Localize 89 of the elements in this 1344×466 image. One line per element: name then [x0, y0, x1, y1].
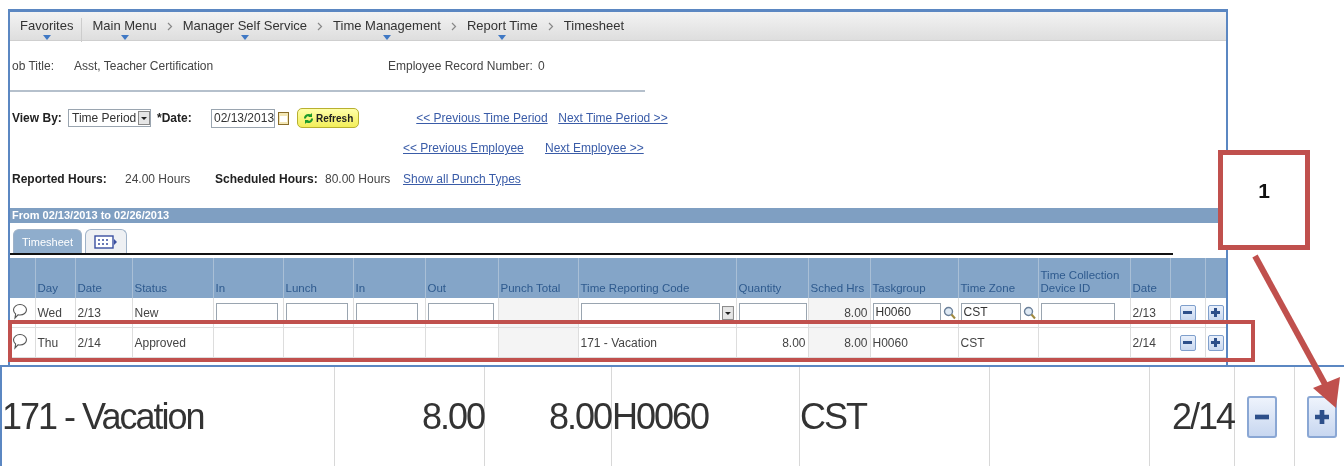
add-row-button[interactable]: [1307, 395, 1337, 438]
field-value: 80.00 Hours: [325, 172, 392, 186]
minus-icon: [1183, 311, 1192, 314]
field-label: View By:: [12, 111, 63, 125]
column-header: Time Collection Device ID: [1038, 258, 1130, 298]
field-value: Asst, Teacher Certification: [74, 59, 215, 73]
minus-icon: [1183, 341, 1192, 344]
cell-text: 8.00: [548, 395, 611, 438]
breadcrumb-link[interactable]: Report Time: [462, 18, 542, 42]
punch-types-link[interactable]: Show all Punch Types: [403, 172, 521, 186]
breadcrumb-link[interactable]: Main Menu: [88, 18, 161, 42]
field-label: *Date:: [157, 111, 193, 125]
column-header: Lunch: [283, 258, 353, 298]
next-period-link[interactable]: Next Time Period >>: [558, 111, 668, 125]
field-label: Reported Hours:: [12, 172, 108, 186]
chevron-icon: [166, 21, 173, 31]
previous-employee-link[interactable]: << Previous Employee: [403, 141, 545, 155]
cell-text: 2/13: [77, 305, 101, 320]
callout-number: 1: [1258, 179, 1270, 203]
breadcrumb-link[interactable]: Favorites: [16, 18, 83, 42]
column-header: Taskgroup: [870, 258, 958, 298]
breadcrumb-link[interactable]: Time Management: [329, 18, 445, 42]
column-header: In: [213, 258, 283, 298]
cell-text: CST: [960, 335, 985, 350]
cell-text: 2/13: [1132, 305, 1156, 320]
tab[interactable]: [84, 229, 127, 253]
menu-arrow-icon[interactable]: [498, 35, 507, 40]
cell-text: 171 - Vacation: [2, 395, 204, 438]
column-header: Punch Total: [498, 258, 578, 298]
date-field[interactable]: 02/13/2013: [211, 108, 275, 128]
cell-text: Wed: [37, 305, 62, 320]
refresh-icon: [303, 112, 314, 124]
minus-icon: [1255, 413, 1269, 420]
menu-arrow-icon[interactable]: [383, 35, 391, 40]
plus-icon: [1211, 338, 1220, 347]
chevron-icon: [547, 21, 554, 31]
cell-text: 8.00: [844, 335, 868, 350]
column-header: Time Zone: [958, 258, 1038, 298]
column-header: Sched Hrs: [808, 258, 870, 298]
cell-text: New: [134, 305, 159, 320]
breadcrumb-link[interactable]: Timesheet: [559, 18, 628, 42]
delete-row-button[interactable]: [1179, 334, 1196, 351]
cell-text: 2/14: [77, 335, 101, 350]
cell-text: 2/14: [1132, 335, 1156, 350]
menu-arrow-icon[interactable]: [42, 35, 51, 40]
menu-arrow-icon[interactable]: [240, 35, 249, 40]
add-row-button[interactable]: [1207, 304, 1224, 321]
cell-text: 2/14: [1171, 395, 1234, 438]
cell-text: Approved: [134, 335, 186, 350]
cell-text: H0060: [612, 395, 709, 438]
cell-text: Thu: [37, 335, 59, 350]
field-label: ob Title:: [12, 59, 56, 73]
grid-view-icon: [93, 234, 118, 249]
column-header: Time Reporting Code: [578, 258, 736, 298]
search-icon[interactable]: [942, 305, 956, 320]
column-header: Day: [35, 258, 75, 298]
view-by-dropdown[interactable]: Time Period: [68, 109, 151, 127]
cell-text: 171 - Vacation: [580, 335, 657, 350]
next-employee-link[interactable]: Next Employee >>: [545, 141, 644, 155]
comment-icon[interactable]: [12, 302, 28, 320]
search-icon[interactable]: [1022, 305, 1036, 320]
delete-row-button[interactable]: [1247, 395, 1277, 438]
previous-period-link[interactable]: << Previous Time Period: [416, 111, 559, 125]
chevron-icon: [317, 21, 324, 31]
add-row-button[interactable]: [1207, 334, 1224, 351]
field-value: 24.00 Hours: [125, 172, 192, 186]
column-header: Quantity: [736, 258, 808, 298]
refresh-button[interactable]: Refresh: [297, 108, 360, 128]
column-header: Out: [425, 258, 498, 298]
comment-icon[interactable]: [12, 332, 28, 350]
chevron-icon: [450, 21, 457, 31]
column-header: In: [353, 258, 425, 298]
cell-text: H0060: [872, 335, 908, 350]
calendar-icon[interactable]: [278, 111, 289, 125]
field-value: 0: [538, 59, 545, 73]
plus-icon: [1211, 308, 1220, 317]
cell-text: 8.00: [421, 395, 484, 438]
menu-arrow-icon[interactable]: [120, 35, 129, 40]
plus-icon: [1315, 409, 1329, 424]
delete-row-button[interactable]: [1179, 304, 1196, 321]
field-label: Scheduled Hours:: [215, 172, 319, 186]
column-header: Date: [75, 258, 132, 298]
cell-text: 8.00: [844, 305, 868, 320]
column-header: Status: [132, 258, 213, 298]
column-header: Date: [1130, 258, 1170, 298]
cell-text: CST: [800, 395, 866, 438]
field-label: Employee Record Number:: [388, 59, 534, 73]
cell-text: 8.00: [782, 335, 806, 350]
breadcrumb-link[interactable]: Manager Self Service: [178, 18, 312, 42]
